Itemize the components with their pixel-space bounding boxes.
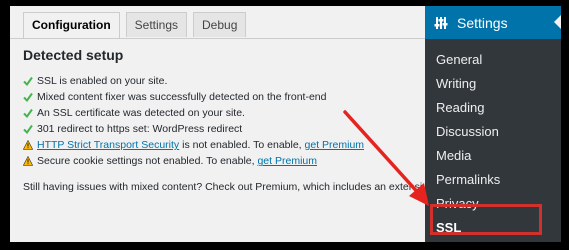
annotation-arrow-icon (343, 110, 429, 206)
